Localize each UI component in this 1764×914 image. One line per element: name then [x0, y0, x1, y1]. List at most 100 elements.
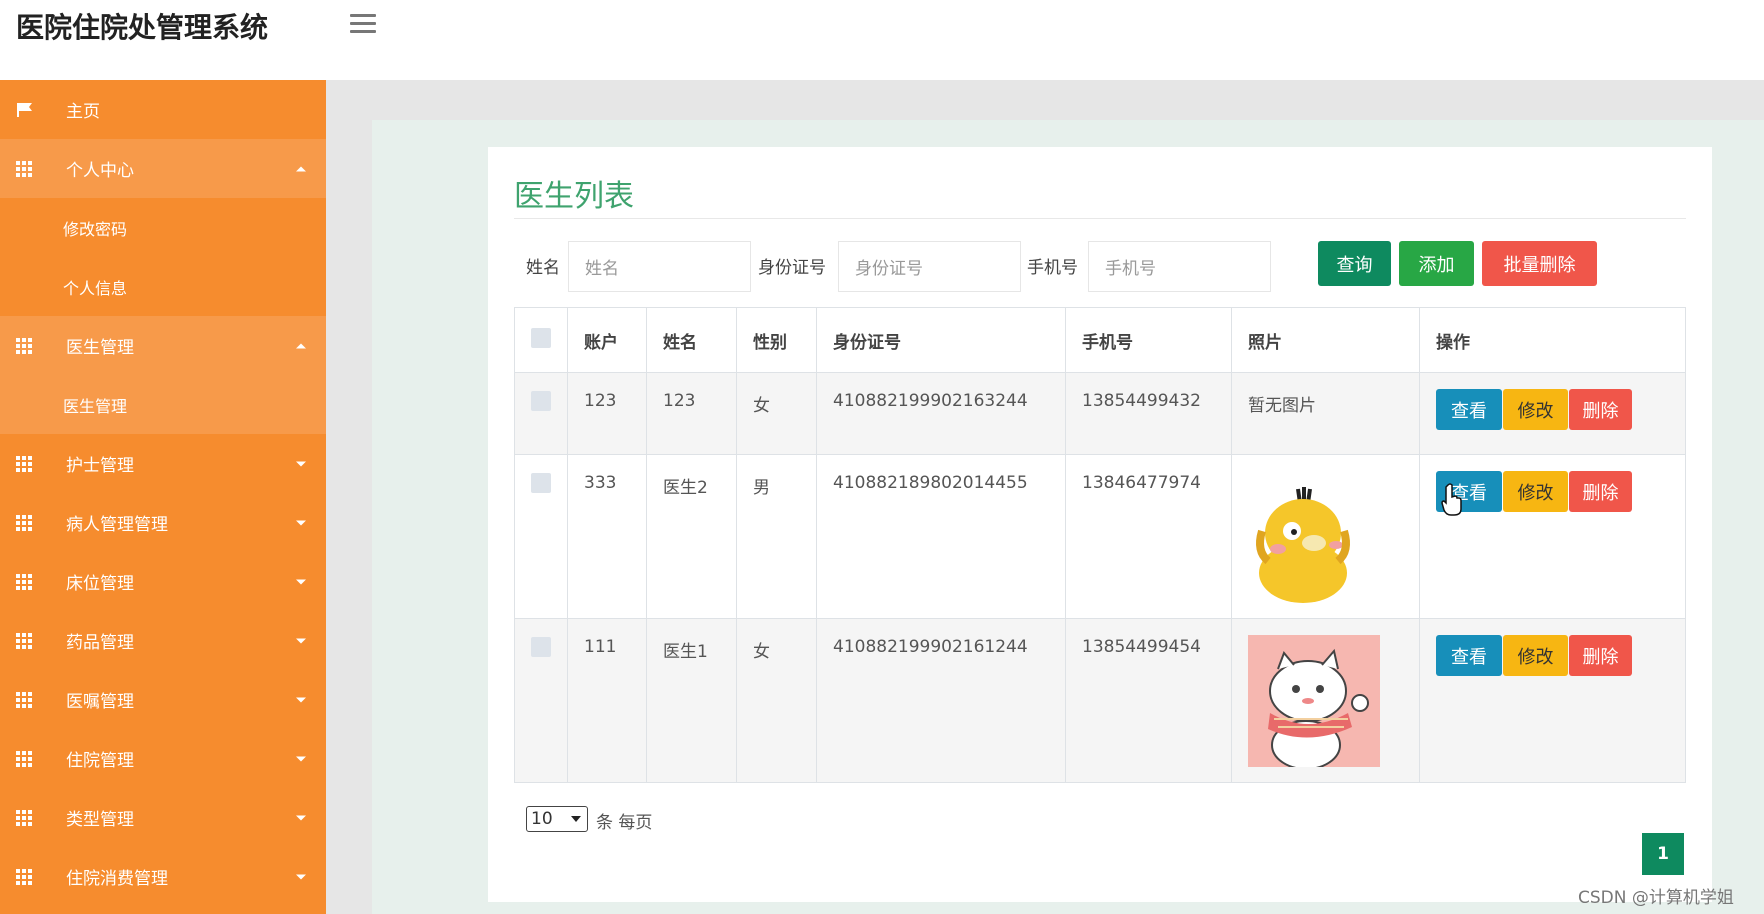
chevron-down-icon	[296, 874, 306, 879]
sidebar-item-label: 护士管理	[66, 456, 134, 476]
sidebar-item-doctor-management[interactable]: 医生管理	[0, 316, 326, 375]
chevron-down-icon	[296, 815, 306, 820]
cell-name: 123	[646, 372, 737, 455]
edit-button[interactable]: 修改	[1503, 471, 1568, 512]
sidebar-item-label: 医嘱管理	[66, 692, 134, 712]
cat-photo[interactable]	[1248, 635, 1380, 770]
chevron-down-icon	[571, 816, 581, 822]
hand-cursor-icon	[1441, 483, 1462, 516]
cell-phone: 13854499454	[1065, 618, 1232, 783]
cell-gender: 男	[736, 454, 817, 619]
sidebar-item-label: 药品管理	[66, 633, 134, 653]
cell-account: 123	[567, 372, 647, 455]
row-checkbox[interactable]	[531, 473, 551, 493]
select-all-checkbox[interactable]	[531, 327, 551, 348]
sidebar-item-label: 类型管理	[66, 810, 134, 830]
chevron-down-icon	[296, 579, 306, 584]
watermark: CSDN @计算机学姐	[1578, 888, 1734, 908]
delete-button[interactable]: 删除	[1569, 471, 1632, 512]
sidebar-item-order-management[interactable]: 医嘱管理	[0, 670, 326, 729]
delete-button[interactable]: 删除	[1569, 635, 1632, 676]
chevron-up-icon	[296, 166, 306, 171]
phone-search-input[interactable]: 手机号	[1088, 241, 1271, 292]
cell-id-number: 410882199902161244	[816, 618, 1066, 783]
chevron-up-icon	[296, 343, 306, 348]
cell-phone: 13846477974	[1065, 454, 1232, 619]
view-button[interactable]: 查看	[1436, 389, 1502, 430]
cell-photo-placeholder: 暂无图片	[1231, 372, 1420, 455]
sidebar-item-personal-center[interactable]: 个人中心	[0, 139, 326, 198]
column-header-gender: 性别	[736, 307, 817, 373]
cell-account: 333	[567, 454, 647, 619]
cell-id-number: 410882199902163244	[816, 372, 1066, 455]
duck-photo[interactable]	[1248, 481, 1358, 603]
query-button[interactable]: 查询	[1318, 241, 1391, 286]
sidebar-subitem-personal-info[interactable]: 个人信息	[0, 257, 326, 316]
sidebar-item-label: 医生管理	[66, 338, 134, 358]
app-title: 医院住院处管理系统	[16, 11, 269, 44]
row-checkbox[interactable]	[531, 637, 551, 657]
grid-icon	[16, 455, 34, 472]
grid-icon	[16, 337, 34, 354]
doctor-list-card: 医生列表 姓名 姓名 身份证号 身份证号 手机号 手机号 查询 添加 批量删除 …	[488, 147, 1712, 902]
cell-account: 111	[567, 618, 647, 783]
cell-gender: 女	[736, 618, 817, 783]
edit-button[interactable]: 修改	[1503, 635, 1568, 676]
id-number-label: 身份证号	[758, 258, 826, 278]
chevron-down-icon	[296, 638, 306, 643]
menu-toggle-icon[interactable]	[350, 14, 376, 34]
doctor-table: 账户 姓名 性别 身份证号 手机号 照片 操作 123 123 女 410882…	[514, 307, 1686, 783]
name-label: 姓名	[526, 258, 560, 278]
sidebar-item-label: 主页	[66, 102, 100, 122]
grid-icon	[16, 750, 34, 767]
cell-phone: 13854499432	[1065, 372, 1232, 455]
view-button[interactable]: 查看	[1436, 635, 1502, 676]
sidebar-item-nurse-management[interactable]: 护士管理	[0, 434, 326, 493]
page-size-label: 条 每页	[596, 813, 653, 833]
table-header-row: 账户 姓名 性别 身份证号 手机号 照片 操作	[514, 307, 1686, 373]
page-size-select[interactable]: 10	[526, 806, 588, 832]
table-row: 123 123 女 410882199902163244 13854499432…	[514, 372, 1686, 455]
column-header-phone: 手机号	[1065, 307, 1232, 373]
sidebar-item-patient-management[interactable]: 病人管理管理	[0, 493, 326, 552]
add-button[interactable]: 添加	[1399, 241, 1474, 286]
sidebar-item-label: 病人管理管理	[66, 515, 168, 535]
row-checkbox[interactable]	[531, 391, 551, 411]
delete-button[interactable]: 删除	[1569, 389, 1632, 430]
grid-icon	[16, 691, 34, 708]
sidebar-subitem-doctor-management[interactable]: 医生管理	[0, 375, 326, 434]
sidebar-item-expense-management[interactable]: 住院消费管理	[0, 847, 326, 906]
edit-button[interactable]: 修改	[1503, 389, 1568, 430]
sidebar-item-drug-management[interactable]: 药品管理	[0, 611, 326, 670]
sidebar-item-type-management[interactable]: 类型管理	[0, 788, 326, 847]
batch-delete-button[interactable]: 批量删除	[1482, 241, 1597, 286]
name-search-input[interactable]: 姓名	[568, 241, 751, 292]
grid-icon	[16, 809, 34, 826]
table-row: 333 医生2 男 410882189802014455 13846477974	[514, 454, 1686, 619]
grid-icon	[16, 573, 34, 590]
sidebar: 主页 个人中心 修改密码 个人信息 医生管理 医生管理 护士管理 病人管理管理 …	[0, 80, 326, 914]
sidebar-subitem-change-password[interactable]: 修改密码	[0, 198, 326, 257]
sidebar-item-home[interactable]: 主页	[0, 80, 326, 139]
page-size-value: 10	[531, 809, 553, 829]
column-header-actions: 操作	[1419, 307, 1686, 373]
chevron-down-icon	[296, 697, 306, 702]
chevron-down-icon	[296, 756, 306, 761]
sidebar-item-label: 床位管理	[66, 574, 134, 594]
phone-label: 手机号	[1027, 258, 1078, 278]
sidebar-item-bed-management[interactable]: 床位管理	[0, 552, 326, 611]
sidebar-item-admission-management[interactable]: 住院管理	[0, 729, 326, 788]
column-header-id-number: 身份证号	[816, 307, 1066, 373]
id-number-search-input[interactable]: 身份证号	[838, 241, 1021, 292]
column-header-photo: 照片	[1231, 307, 1420, 373]
grid-icon	[16, 632, 34, 649]
sidebar-item-label: 住院消费管理	[66, 869, 168, 889]
cell-name: 医生2	[646, 454, 737, 619]
chevron-down-icon	[296, 461, 306, 466]
cell-name: 医生1	[646, 618, 737, 783]
cell-gender: 女	[736, 372, 817, 455]
page-button-current[interactable]: 1	[1642, 833, 1684, 875]
grid-icon	[16, 514, 34, 531]
column-header-account: 账户	[567, 307, 647, 373]
grid-icon	[16, 160, 34, 177]
